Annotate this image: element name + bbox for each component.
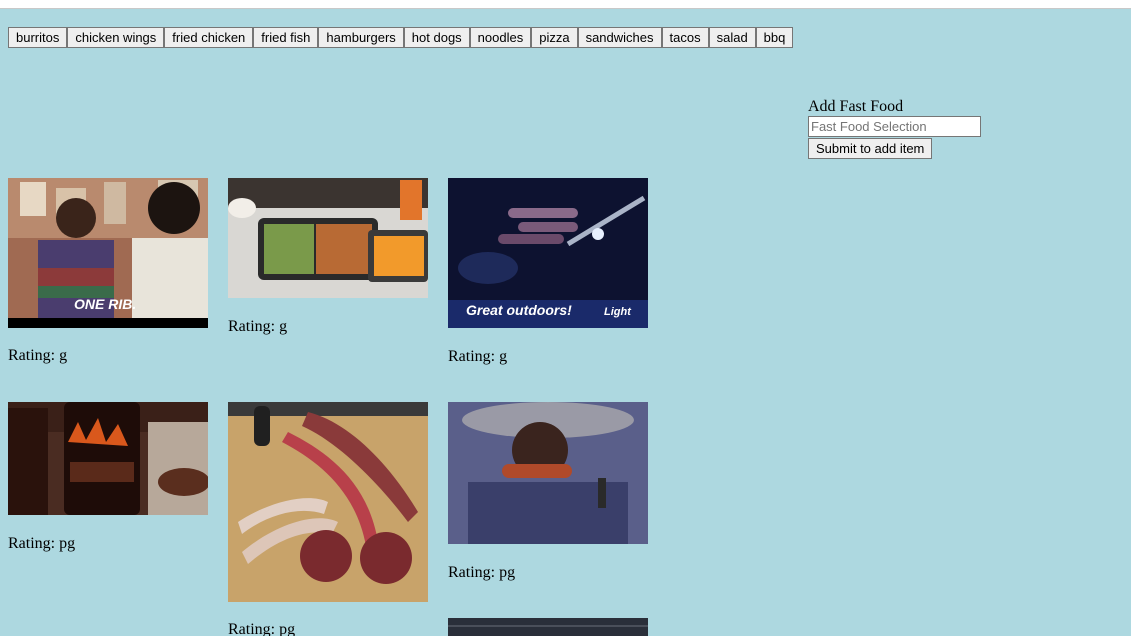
- add-fast-food-label: Add Fast Food: [808, 98, 904, 115]
- topic-button-row: burritos chicken wings fried chicken fri…: [8, 27, 794, 48]
- gif-caption: ONE RIB.: [74, 296, 137, 312]
- gif-image-grill-partial[interactable]: [448, 618, 648, 636]
- gif-rating: Rating: g: [228, 318, 288, 335]
- topic-button-salad[interactable]: salad: [708, 27, 756, 48]
- page-body: burritos chicken wings fried chicken fri…: [0, 9, 1131, 636]
- gif-rating: Rating: pg: [228, 621, 296, 636]
- topic-button-pizza[interactable]: pizza: [531, 27, 578, 48]
- topic-button-fried-chicken[interactable]: fried chicken: [164, 27, 254, 48]
- gif-item[interactable]: Great outdoors! Light: [448, 178, 648, 328]
- gif-image-eating-rib[interactable]: [448, 402, 648, 544]
- topic-button-sandwiches[interactable]: sandwiches: [577, 27, 662, 48]
- fast-food-input[interactable]: [808, 116, 981, 137]
- submit-add-item-button[interactable]: Submit to add item: [808, 138, 933, 159]
- topic-button-noodles[interactable]: noodles: [469, 27, 532, 48]
- add-fast-food-form: Add Fast Food Submit to add item: [808, 98, 981, 159]
- topic-button-burritos[interactable]: burritos: [8, 27, 68, 48]
- gif-item[interactable]: [8, 402, 208, 515]
- topic-button-chicken-wings[interactable]: chicken wings: [67, 27, 165, 48]
- gif-rating: Rating: pg: [8, 535, 76, 552]
- topic-button-bbq[interactable]: bbq: [755, 27, 794, 48]
- gif-rating: Rating: pg: [448, 564, 516, 581]
- gif-item[interactable]: [228, 178, 428, 298]
- gif-image-food-trays[interactable]: [228, 178, 428, 298]
- gif-rating: Rating: g: [8, 347, 68, 364]
- gif-caption: Great outdoors!: [466, 302, 572, 318]
- gif-image-meats[interactable]: [228, 402, 428, 602]
- gif-item[interactable]: [228, 402, 428, 602]
- gif-rating: Rating: g: [448, 348, 508, 365]
- gif-item[interactable]: [448, 402, 648, 544]
- topic-button-hamburgers[interactable]: hamburgers: [318, 27, 404, 48]
- channel-logo: Light: [604, 306, 631, 318]
- topic-button-tacos[interactable]: tacos: [661, 27, 709, 48]
- topic-button-hot-dogs[interactable]: hot dogs: [403, 27, 470, 48]
- gif-item[interactable]: ONE RIB.: [8, 178, 208, 328]
- gif-image-bbq-sauce[interactable]: [8, 402, 208, 515]
- topic-button-fried-fish[interactable]: fried fish: [253, 27, 319, 48]
- browser-top-edge: [0, 0, 1131, 9]
- gif-item[interactable]: [448, 618, 648, 636]
